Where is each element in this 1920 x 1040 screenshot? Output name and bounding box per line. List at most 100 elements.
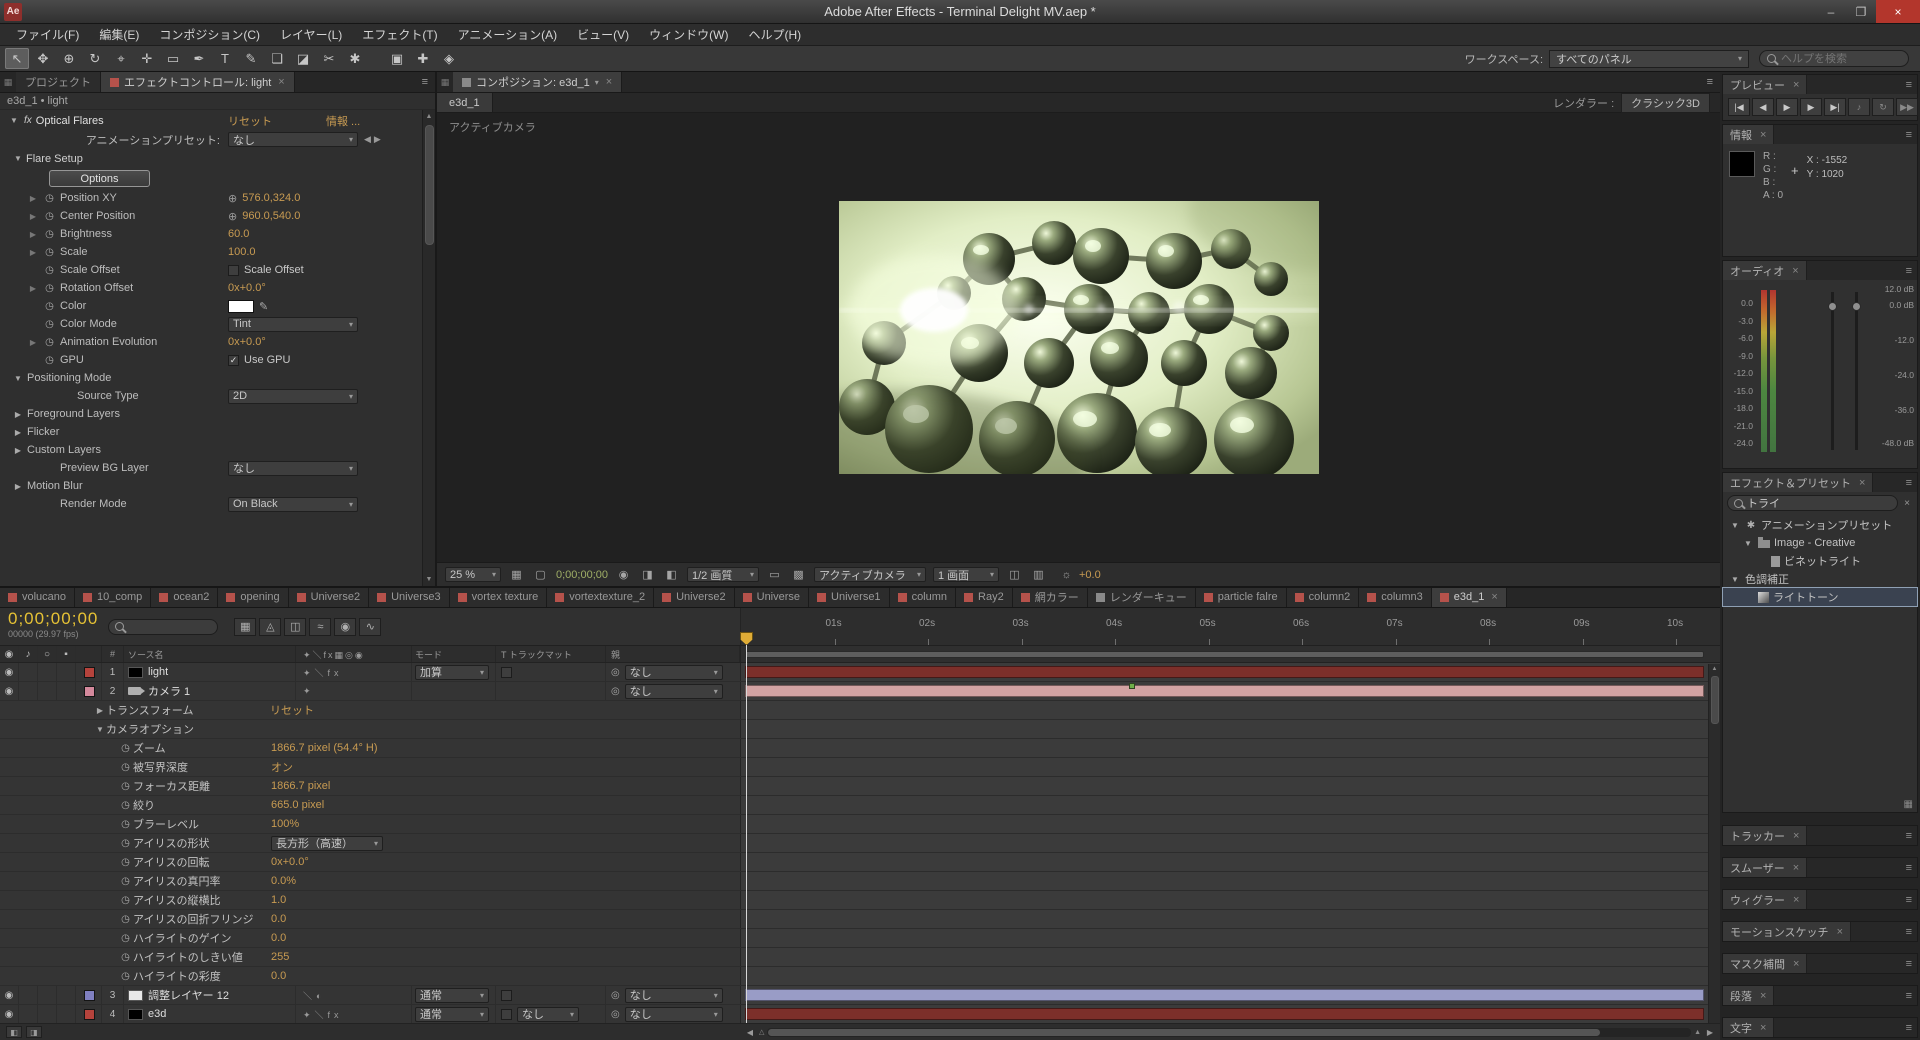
twirl-closed-icon[interactable]: ▶ bbox=[27, 212, 39, 221]
scrollbar-track[interactable] bbox=[767, 1027, 1692, 1037]
property-dropdown[interactable]: 長方形（高速） ▾ bbox=[271, 835, 383, 851]
layer-switches[interactable]: ✦ bbox=[296, 682, 412, 700]
breadcrumb[interactable]: e3d_1 bbox=[437, 93, 493, 112]
close-button[interactable]: × bbox=[1876, 0, 1920, 23]
mask-visibility-icon[interactable]: ▢ bbox=[532, 568, 549, 581]
blend-mode-dropdown[interactable]: 加算 ▾ bbox=[415, 664, 489, 680]
source-name-column-header[interactable]: ソース名 bbox=[124, 646, 296, 662]
animation-preset-dropdown[interactable]: なし ▾ bbox=[228, 132, 358, 147]
clone-stamp-tool-icon[interactable]: ❏ bbox=[265, 48, 289, 69]
close-icon[interactable]: × bbox=[276, 76, 284, 88]
next-frame-button[interactable]: ▶ bbox=[1800, 98, 1822, 116]
slider-knob-right[interactable] bbox=[1852, 302, 1861, 311]
preset-tree-item[interactable]: ▼ 色調補正 bbox=[1723, 570, 1917, 588]
parent-dropdown[interactable]: なし ▾ bbox=[624, 987, 723, 1003]
parent-pickwhip-icon[interactable]: ◎ bbox=[611, 667, 620, 678]
show-snapshot-icon[interactable]: ◨ bbox=[639, 568, 656, 581]
panel-menu-icon[interactable]: ≡ bbox=[415, 76, 435, 88]
effect-controls-scrollbar[interactable]: ▲ ▼ bbox=[422, 110, 435, 586]
menu-item[interactable]: エフェクト(T) bbox=[352, 26, 447, 43]
tab-文字[interactable]: 文字 × bbox=[1723, 1018, 1775, 1037]
close-icon[interactable]: × bbox=[1790, 265, 1798, 277]
panel-menu-icon[interactable]: ≡ bbox=[1901, 477, 1917, 489]
effect-dropdown[interactable]: Tint ▾ bbox=[228, 316, 358, 332]
first-frame-button[interactable]: |◀ bbox=[1728, 98, 1750, 116]
view-axis-mode-icon[interactable]: ◈ bbox=[437, 48, 461, 69]
twirl-open-icon[interactable]: ▼ bbox=[8, 116, 20, 125]
layer-color-swatch[interactable] bbox=[84, 685, 95, 697]
layer-marker[interactable] bbox=[1129, 683, 1135, 689]
maximize-button[interactable]: ❐ bbox=[1846, 0, 1876, 23]
checkbox[interactable]: ✓ bbox=[228, 354, 239, 366]
comp-tab[interactable]: Ray2 bbox=[956, 588, 1013, 607]
comp-tab[interactable]: particle falre bbox=[1195, 588, 1287, 607]
audio-cell[interactable] bbox=[19, 663, 38, 681]
brush-tool-icon[interactable]: ✎ bbox=[239, 48, 263, 69]
solo-cell[interactable] bbox=[38, 1005, 57, 1023]
expand-layer-switches-toggle[interactable]: ◧ bbox=[6, 1026, 22, 1038]
stopwatch-icon[interactable]: ◷ bbox=[118, 781, 133, 792]
layer-switches[interactable]: ＼◐ bbox=[296, 986, 412, 1004]
timeline-search[interactable] bbox=[108, 618, 219, 635]
panel-grip-icon[interactable]: ▦ bbox=[1904, 799, 1913, 810]
parent-pickwhip-icon[interactable]: ◎ bbox=[611, 990, 620, 1001]
stopwatch-icon[interactable]: ◷ bbox=[118, 933, 133, 944]
eyedropper-icon[interactable]: ✎ bbox=[259, 300, 268, 313]
comp-tab[interactable]: Universe2 bbox=[288, 588, 370, 607]
eye-icon[interactable]: ◉ bbox=[0, 1005, 19, 1023]
timeline-horizontal-scrollbar[interactable]: ◀ △ ▲ ▶ bbox=[740, 1027, 1720, 1037]
menu-item[interactable]: ファイル(F) bbox=[6, 26, 89, 43]
type-tool-icon[interactable]: T bbox=[213, 48, 237, 69]
tab-マスク補間[interactable]: マスク補間 × bbox=[1723, 954, 1808, 973]
layer-color-cell[interactable] bbox=[78, 986, 102, 1004]
twirl-open-icon[interactable]: ▼ bbox=[12, 374, 24, 383]
prev-frame-button[interactable]: ◀ bbox=[1752, 98, 1774, 116]
blend-mode-dropdown[interactable]: 通常 ▾ bbox=[415, 987, 489, 1003]
parent-dropdown[interactable]: なし ▾ bbox=[624, 683, 723, 699]
preserve-transparency-checkbox[interactable] bbox=[501, 666, 512, 678]
loop-toggle-button[interactable]: ↻ bbox=[1872, 98, 1894, 116]
clear-search-icon[interactable]: × bbox=[1901, 498, 1913, 509]
twirl-open-icon[interactable]: ▼ bbox=[94, 725, 106, 734]
timeline-search-input[interactable] bbox=[129, 619, 200, 634]
ram-preview-button[interactable]: ▶▶ bbox=[1896, 98, 1918, 116]
timeline-ruler[interactable]: 01s 02s 03s 04s 05s 06s 07s 08s 09s 10s bbox=[740, 608, 1720, 645]
twirl-closed-icon[interactable]: ▶ bbox=[27, 248, 39, 257]
preset-tree-item[interactable]: ビネットライト bbox=[1723, 552, 1917, 570]
layer-name-cell[interactable]: light bbox=[124, 663, 296, 681]
eye-icon[interactable]: ◉ bbox=[0, 663, 19, 681]
play-button[interactable]: ▶ bbox=[1776, 98, 1798, 116]
exposure-value[interactable]: +0.0 bbox=[1079, 569, 1101, 581]
comp-tab[interactable]: レンダーキュー bbox=[1087, 588, 1196, 607]
twirl-closed-icon[interactable]: ▶ bbox=[27, 230, 39, 239]
comp-tab[interactable]: ocean2 bbox=[151, 588, 219, 607]
rotation-tool-icon[interactable]: ↻ bbox=[83, 48, 107, 69]
effect-dropdown[interactable]: なし ▾ bbox=[228, 460, 358, 476]
close-icon[interactable]: × bbox=[1758, 129, 1766, 141]
grid-guides-icon[interactable]: ▦ bbox=[508, 568, 525, 581]
comp-tab[interactable]: Universe3 bbox=[369, 588, 450, 607]
parent-dropdown[interactable]: なし ▾ bbox=[624, 664, 723, 680]
preserve-transparency-checkbox[interactable] bbox=[501, 989, 512, 1001]
roto-brush-tool-icon[interactable]: ✂ bbox=[317, 48, 341, 69]
help-search[interactable] bbox=[1759, 50, 1909, 67]
tab-project[interactable]: プロジェクト bbox=[16, 72, 101, 92]
property-value[interactable]: 1.0 bbox=[271, 894, 286, 906]
checkbox[interactable] bbox=[228, 264, 239, 276]
effect-dropdown[interactable]: 2D ▾ bbox=[228, 388, 358, 404]
switches-column-header[interactable]: ✦＼fx▦◎◉ bbox=[296, 646, 412, 662]
property-value[interactable]: リセット bbox=[270, 702, 314, 718]
hide-shy-layers-icon[interactable]: ◫ bbox=[284, 617, 307, 636]
menu-item[interactable]: ビュー(V) bbox=[567, 26, 639, 43]
tab-トラッカー[interactable]: トラッカー × bbox=[1723, 826, 1808, 845]
selection-tool-icon[interactable]: ↖ bbox=[5, 48, 29, 69]
panel-menu-icon[interactable]: ≡ bbox=[1901, 830, 1917, 842]
property-value[interactable]: 0x+0.0° bbox=[228, 336, 266, 348]
preset-search-input[interactable] bbox=[1747, 497, 1837, 509]
exposure-control[interactable]: ☼ +0.0 bbox=[1058, 569, 1101, 581]
layer-color-cell[interactable] bbox=[78, 1005, 102, 1023]
comp-tab[interactable]: 10_comp bbox=[75, 588, 152, 607]
audio-level-slider-left[interactable] bbox=[1831, 292, 1834, 450]
graph-editor-icon[interactable]: ∿ bbox=[359, 617, 382, 636]
menu-item[interactable]: アニメーション(A) bbox=[448, 26, 568, 43]
